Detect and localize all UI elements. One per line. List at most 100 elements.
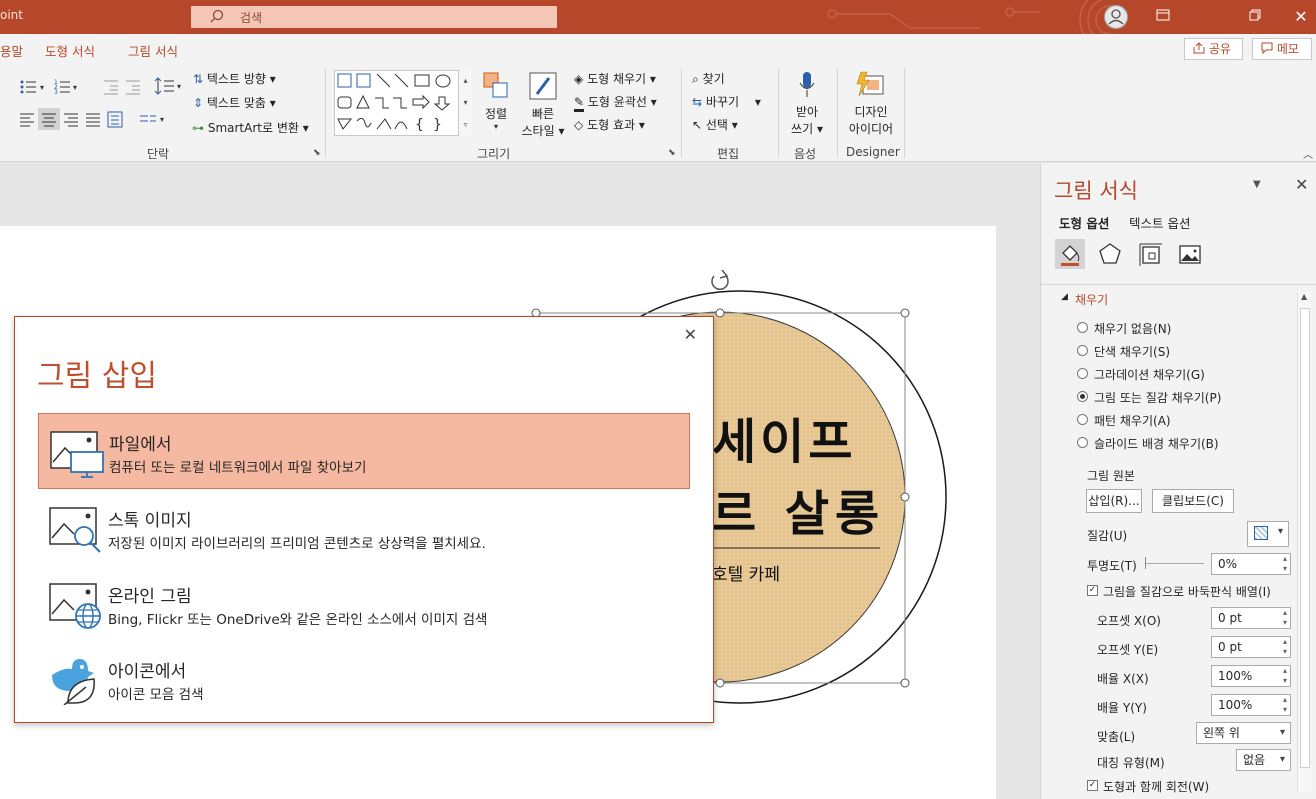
online-pictures-icon [49, 583, 101, 629]
alignment-icons[interactable]: ▾ [18, 108, 178, 130]
tab-shape-format[interactable]: 도형 서식 [45, 41, 95, 60]
align-text-button[interactable]: ⇕ 텍스트 맞춤 ▾ [193, 94, 276, 111]
radio-picture-fill[interactable] [1077, 391, 1088, 402]
indent-icons[interactable] [102, 78, 152, 96]
tile-checkbox[interactable]: ✓ [1087, 585, 1098, 596]
close-icon[interactable]: ✕ [684, 325, 697, 344]
pen-icon: ✎ [574, 95, 585, 112]
insert-button[interactable]: 삽입(R)... [1086, 489, 1142, 513]
smartart-label: SmartArt로 변환 [207, 121, 299, 135]
scale-x-input[interactable]: 100% [1211, 665, 1291, 687]
section-fill[interactable]: 채우기 [1075, 291, 1108, 308]
line-spacing-icon[interactable]: ▾ [154, 76, 186, 96]
shapes-icon: {} [337, 73, 451, 133]
circuit-decoration [827, 0, 1110, 34]
close-icon[interactable]: ✕ [1295, 175, 1308, 194]
mirror-dropdown[interactable]: 없음 [1236, 749, 1291, 771]
tab-animations[interactable]: 용말 [0, 41, 23, 60]
scroll-up-icon[interactable]: ▲ [1301, 292, 1307, 301]
dictate-label-2: 쓰기 [791, 122, 814, 136]
text-direction-label: 텍스트 방향 [206, 72, 266, 86]
offset-x-label: 오프셋 X(O) [1097, 614, 1161, 628]
dialog-launcher-icon[interactable]: ⬊ [313, 148, 321, 158]
restore-button[interactable] [1244, 6, 1266, 28]
radio-pattern-fill[interactable] [1077, 414, 1088, 425]
clipboard-button[interactable]: 클립보드(C) [1152, 489, 1234, 513]
close-window-button[interactable]: ✕ [1290, 6, 1312, 28]
option-from-icons[interactable]: 아이콘에서 아이콘 모음 검색 [38, 641, 690, 717]
collapse-icon[interactable]: ◢ [1061, 292, 1068, 302]
share-button[interactable]: 공유 [1184, 38, 1243, 60]
option-from-file[interactable]: 파일에서 컴퓨터 또는 로컬 네트워크에서 파일 찾아보기 [38, 413, 690, 489]
smartart-button[interactable]: ⊶ SmartArt로 변환 ▾ [192, 119, 309, 136]
memo-label: 메모 [1276, 42, 1299, 56]
select-button[interactable]: ↖ 선택 ▾ [692, 116, 738, 133]
shapes-gallery[interactable]: {} [334, 70, 472, 136]
texture-picker[interactable] [1247, 521, 1289, 547]
size-icon [1139, 243, 1162, 266]
ribbon-display-button[interactable] [1152, 6, 1174, 28]
design-ideas-button[interactable]: 디자인 아이디어 [846, 70, 896, 137]
find-button[interactable]: ⌕ 찾기 [692, 70, 725, 87]
quick-styles-button[interactable]: 빠른 스타일 ▾ [518, 70, 568, 139]
ribbon-display-icon [1156, 9, 1170, 21]
offset-y-input[interactable]: 0 pt [1211, 636, 1291, 658]
radio-slide-background-fill[interactable] [1077, 437, 1088, 448]
search-box[interactable]: 검색 [191, 6, 557, 28]
radio-label: 그라데이션 채우기(G) [1094, 368, 1205, 382]
arrange-button[interactable]: 정렬 ▾ [480, 70, 512, 131]
scale-y-label: 배율 Y(Y) [1097, 701, 1147, 715]
radio-label: 패턴 채우기(A) [1094, 414, 1171, 428]
fill-line-tab[interactable] [1055, 239, 1085, 269]
select-label: 선택 [705, 118, 728, 132]
alignment-label: 맞춤(L) [1097, 730, 1136, 744]
memo-button[interactable]: 메모 [1252, 38, 1312, 60]
dialog-launcher-icon[interactable]: ⬊ [668, 148, 676, 158]
design-ideas-icon [856, 71, 884, 97]
radio-solid-fill[interactable] [1077, 345, 1088, 356]
person-icon [1104, 5, 1128, 29]
chevron-down-icon[interactable]: ▼ [1253, 179, 1261, 190]
text-direction-button[interactable]: ⇅ 텍스트 방향 ▾ [193, 70, 276, 87]
close-icon: ✕ [1294, 7, 1308, 26]
radio-gradient-fill[interactable] [1077, 368, 1088, 379]
search-placeholder: 검색 [240, 11, 263, 25]
gallery-scroll[interactable]: ▴ ▾ ▿ [458, 70, 472, 136]
effects-tab[interactable] [1095, 239, 1125, 269]
shape-effects-button[interactable]: ◇ 도형 효과 ▾ [574, 116, 645, 133]
picture-from-file-icon [50, 431, 104, 478]
pane-scrollbar[interactable]: ▲ [1297, 292, 1311, 792]
arrange-label: 정렬 [484, 107, 508, 121]
option-stock-images[interactable]: 스톡 이미지 저장된 이미지 라이브러리의 프리미엄 콘텐츠로 상상력을 펼치세… [38, 490, 690, 566]
shape-outline-button[interactable]: ✎ 도형 윤곽선 ▾ [574, 93, 657, 112]
transparency-slider[interactable] [1145, 557, 1204, 569]
rotate-with-shape-checkbox[interactable]: ✓ [1087, 780, 1098, 791]
svg-text:}: } [433, 117, 442, 133]
transparency-input[interactable]: 0% [1211, 553, 1291, 575]
picture-icon [1179, 245, 1201, 264]
bullets-icon[interactable]: ▾ 123 ▾ [18, 78, 78, 96]
alignment-dropdown[interactable]: 왼쪽 위 [1196, 722, 1291, 744]
collapse-ribbon-icon[interactable]: ︿ [1303, 146, 1313, 161]
size-properties-tab[interactable] [1135, 239, 1165, 269]
option-online-pictures[interactable]: 온라인 그림 Bing, Flickr 또는 OneDrive와 같은 온라인 … [38, 566, 690, 642]
title-bar: oint 검색 ✕ [0, 0, 1316, 34]
shape-fill-label: 도형 채우기 [587, 72, 647, 86]
tab-picture-format[interactable]: 그림 서식 [128, 41, 178, 60]
replace-button[interactable]: ⇆ 바꾸기 ▾ [692, 93, 761, 110]
radio-no-fill[interactable] [1077, 322, 1088, 333]
offset-x-input[interactable]: 0 pt [1211, 607, 1291, 629]
shape-fill-button[interactable]: ◈ 도형 채우기 ▾ [574, 70, 656, 87]
tab-shape-options[interactable]: 도형 옵션 [1059, 213, 1109, 232]
scrollbar-thumb[interactable] [1300, 308, 1310, 768]
tab-text-options[interactable]: 텍스트 옵션 [1129, 213, 1190, 232]
rotate-handle-icon[interactable] [711, 269, 729, 291]
user-avatar[interactable] [1104, 5, 1128, 29]
picture-tab[interactable] [1175, 239, 1205, 269]
quick-styles-label-2: 스타일 [521, 124, 555, 138]
texture-swatch-icon [1254, 526, 1268, 540]
dictate-button[interactable]: 받아 쓰기 ▾ [790, 70, 824, 137]
svg-text:{: { [415, 117, 424, 133]
svg-text:▾: ▾ [177, 82, 181, 91]
scale-y-input[interactable]: 100% [1211, 694, 1291, 716]
